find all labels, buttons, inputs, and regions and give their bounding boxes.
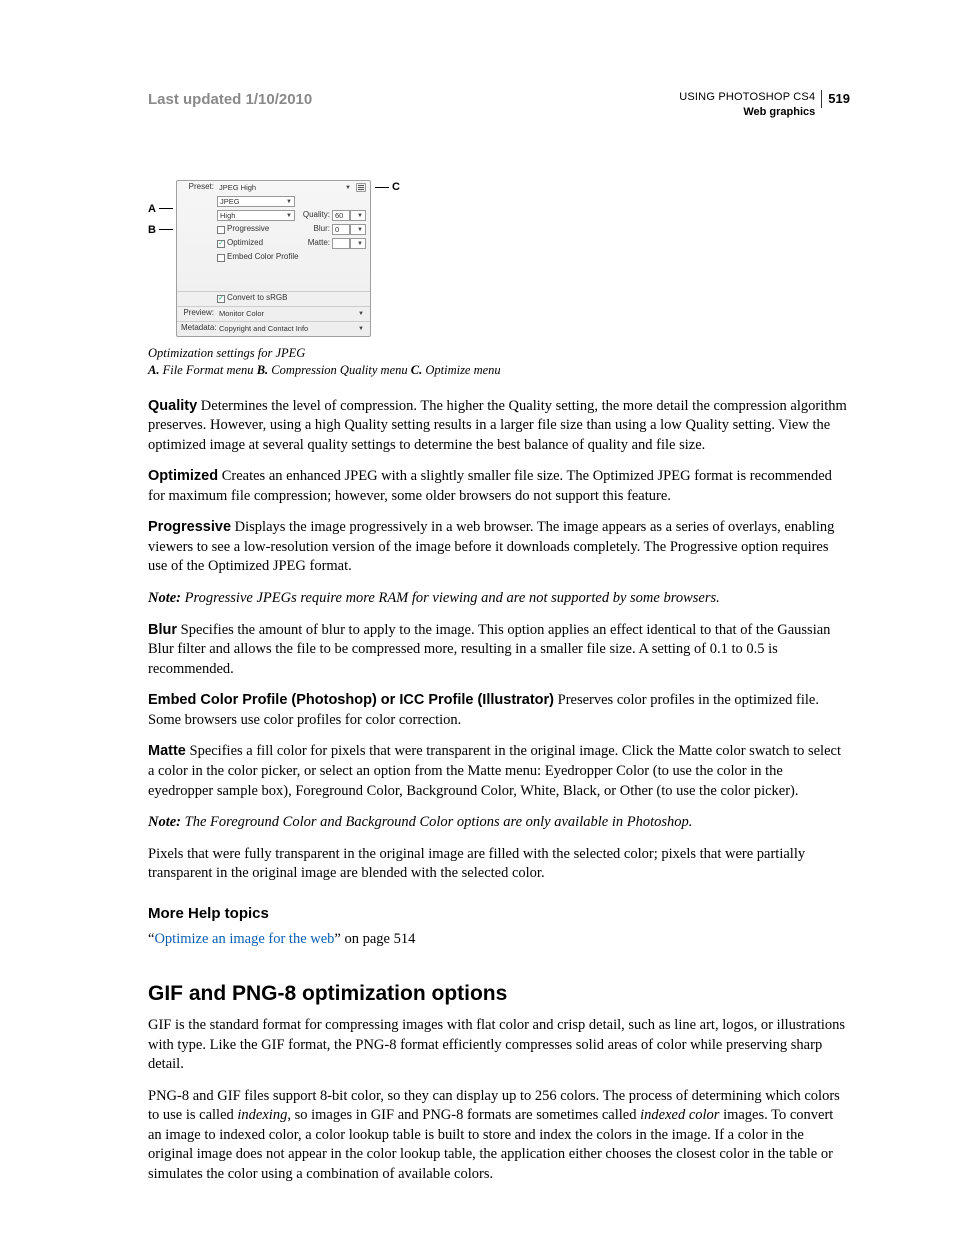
figure-callouts-left: A B bbox=[148, 180, 176, 210]
term-matte: Matte bbox=[148, 743, 186, 759]
chevron-down-icon: ▼ bbox=[286, 198, 292, 206]
optimize-menu-icon[interactable] bbox=[356, 183, 366, 192]
note-progressive: Note: Progressive JPEGs require more RAM… bbox=[148, 589, 850, 609]
chevron-down-icon: ▼ bbox=[286, 212, 292, 220]
gif-p2: PNG-8 and GIF files support 8-bit color,… bbox=[148, 1087, 850, 1185]
note-matte: Note: The Foreground Color and Backgroun… bbox=[148, 813, 850, 833]
embed-profile-checkbox[interactable]: Embed Color Profile bbox=[217, 252, 299, 263]
chevron-down-icon: ▼ bbox=[358, 325, 364, 333]
blur-slider-dropdown[interactable]: ▼ bbox=[350, 224, 366, 235]
callout-c: C bbox=[392, 180, 400, 195]
last-updated: Last updated 1/10/2010 bbox=[148, 90, 312, 110]
preview-label: Preview: bbox=[181, 308, 217, 319]
figure-caption: Optimization settings for JPEG A. File F… bbox=[148, 345, 850, 379]
body-content: Quality Determines the level of compress… bbox=[148, 397, 850, 1185]
more-help-heading: More Help topics bbox=[148, 904, 850, 924]
chevron-down-icon: ▼ bbox=[357, 212, 363, 220]
convert-srgb-checkbox[interactable]: ✓Convert to sRGB bbox=[217, 293, 287, 304]
heading-gif-png8: GIF and PNG-8 optimization options bbox=[148, 980, 850, 1008]
metadata-dropdown[interactable]: Copyright and Contact Info▼ bbox=[217, 323, 366, 334]
term-progressive: Progressive bbox=[148, 519, 231, 535]
preset-dropdown[interactable]: JPEG High ▼ bbox=[217, 182, 353, 193]
preview-dropdown[interactable]: Monitor Color▼ bbox=[217, 308, 366, 319]
optimized-checkbox[interactable]: ✓Optimized bbox=[217, 238, 263, 249]
term-embed: Embed Color Profile (Photoshop) or ICC P… bbox=[148, 692, 554, 708]
blur-label: Blur: bbox=[314, 224, 330, 235]
file-format-dropdown[interactable]: JPEG ▼ bbox=[217, 196, 295, 207]
chevron-down-icon: ▼ bbox=[357, 226, 363, 234]
callout-a: A bbox=[148, 203, 156, 215]
preset-label: Preset: bbox=[181, 182, 217, 193]
figure-callouts-right: C bbox=[375, 180, 400, 195]
chevron-down-icon: ▼ bbox=[345, 184, 351, 192]
gif-p1: GIF is the standard format for compressi… bbox=[148, 1016, 850, 1075]
chevron-down-icon: ▼ bbox=[358, 310, 364, 318]
section-title: Web graphics bbox=[679, 105, 815, 120]
blur-field[interactable]: 0 bbox=[332, 224, 350, 235]
callout-b: B bbox=[148, 224, 156, 236]
figure: A B Preset: JPEG High ▼ JPEG ▼ bbox=[148, 180, 850, 379]
quality-slider-dropdown[interactable]: ▼ bbox=[350, 210, 366, 221]
page-header: Last updated 1/10/2010 USING PHOTOSHOP C… bbox=[148, 90, 850, 120]
matte-extra: Pixels that were fully transparent in th… bbox=[148, 845, 850, 884]
book-title: USING PHOTOSHOP CS4 bbox=[679, 90, 815, 105]
term-optimized: Optimized bbox=[148, 468, 218, 484]
compression-quality-dropdown[interactable]: High ▼ bbox=[217, 210, 295, 221]
link-optimize-image[interactable]: Optimize an image for the web bbox=[154, 931, 334, 947]
progressive-checkbox[interactable]: Progressive bbox=[217, 224, 269, 235]
header-right: USING PHOTOSHOP CS4 Web graphics 519 bbox=[679, 90, 850, 120]
term-quality: Quality bbox=[148, 398, 197, 414]
metadata-label: Metadata: bbox=[181, 323, 217, 334]
matte-swatch[interactable] bbox=[332, 238, 350, 249]
matte-dropdown[interactable]: ▼ bbox=[350, 238, 366, 249]
chevron-down-icon: ▼ bbox=[357, 240, 363, 248]
quality-field[interactable]: 60 bbox=[332, 210, 350, 221]
more-help-link-line: “Optimize an image for the web” on page … bbox=[148, 930, 850, 950]
term-blur: Blur bbox=[148, 622, 177, 638]
quality-label: Quality: bbox=[303, 210, 330, 221]
page-number: 519 bbox=[821, 90, 850, 108]
matte-label: Matte: bbox=[308, 238, 330, 249]
optimize-panel: Preset: JPEG High ▼ JPEG ▼ High ▼ bbox=[176, 180, 371, 337]
